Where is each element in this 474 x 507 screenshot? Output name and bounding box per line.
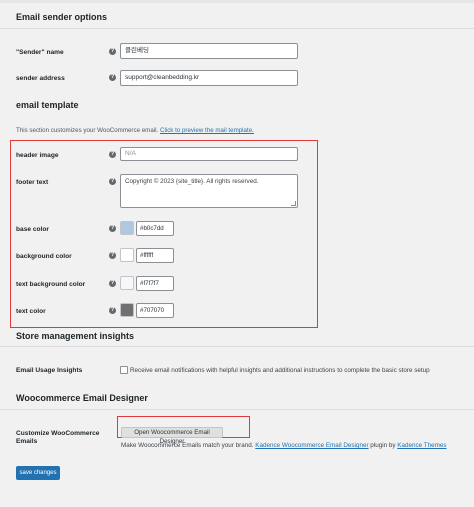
base-color-input[interactable]: #b0c7dd — [136, 221, 174, 236]
email-usage-checkbox[interactable] — [120, 366, 128, 374]
designer-note: Make Woocommerce Emails match your brand… — [121, 442, 447, 449]
help-icon[interactable]: ? — [109, 178, 116, 185]
background-color-label: background color — [16, 253, 72, 260]
email-usage-description: Receive email notifications with helpful… — [130, 367, 430, 374]
kadence-themes-link[interactable]: Kadence Themes — [397, 442, 446, 449]
customize-emails-label: Customize WooCommerce Emails — [16, 430, 100, 445]
sender-address-input[interactable]: support@cleanbedding.kr — [120, 70, 298, 86]
divider — [0, 346, 474, 347]
header-image-label: header image — [16, 152, 59, 159]
template-description: This section customizes your WooCommerce… — [16, 127, 254, 134]
section-title-insights: Store management insights — [16, 331, 135, 341]
kadence-designer-link[interactable]: Kadence Woocommerce Email Designer — [255, 442, 368, 449]
help-icon[interactable]: ? — [109, 252, 116, 259]
text-background-color-input[interactable]: #f7f7f7 — [136, 276, 174, 291]
help-icon[interactable]: ? — [109, 280, 116, 287]
open-email-designer-button[interactable]: Open Woocommerce Email Designer — [121, 427, 223, 445]
help-icon[interactable]: ? — [109, 307, 116, 314]
footer-text-value: Copyright © 2023 {site_title}. All right… — [125, 178, 259, 185]
text-background-color-label: text background color — [16, 281, 86, 288]
divider — [0, 409, 474, 410]
text-color-label: text color — [16, 308, 46, 315]
help-icon[interactable]: ? — [109, 48, 116, 55]
text-color-swatch[interactable] — [120, 303, 134, 317]
resize-handle-icon[interactable] — [291, 201, 296, 206]
save-changes-button[interactable]: save changes — [16, 466, 60, 480]
text-background-color-swatch[interactable] — [120, 276, 134, 290]
section-title-designer: Woocommerce Email Designer — [16, 393, 148, 403]
sender-address-label: sender address — [16, 75, 65, 82]
top-strip — [0, 0, 474, 3]
divider — [0, 28, 474, 29]
sender-name-label: "Sender" name — [16, 49, 64, 56]
help-icon[interactable]: ? — [109, 74, 116, 81]
help-icon[interactable]: ? — [109, 151, 116, 158]
email-usage-label: Email Usage Insights — [16, 367, 83, 374]
background-color-swatch[interactable] — [120, 248, 134, 262]
header-image-input[interactable]: N/A — [120, 147, 298, 161]
help-icon[interactable]: ? — [109, 225, 116, 232]
base-color-label: base color — [16, 226, 49, 233]
sender-name-input[interactable]: 클린베딩 — [120, 43, 298, 59]
section-title-sender: Email sender options — [16, 12, 108, 22]
footer-text-label: footer text — [16, 179, 49, 186]
text-color-input[interactable]: #707070 — [136, 303, 174, 318]
section-title-template: email template — [16, 100, 79, 110]
base-color-swatch[interactable] — [120, 221, 134, 235]
preview-template-link[interactable]: Click to preview the mail template. — [160, 127, 254, 134]
background-color-input[interactable]: #ffffff — [136, 248, 174, 263]
footer-text-textarea[interactable]: Copyright © 2023 {site_title}. All right… — [120, 174, 298, 208]
